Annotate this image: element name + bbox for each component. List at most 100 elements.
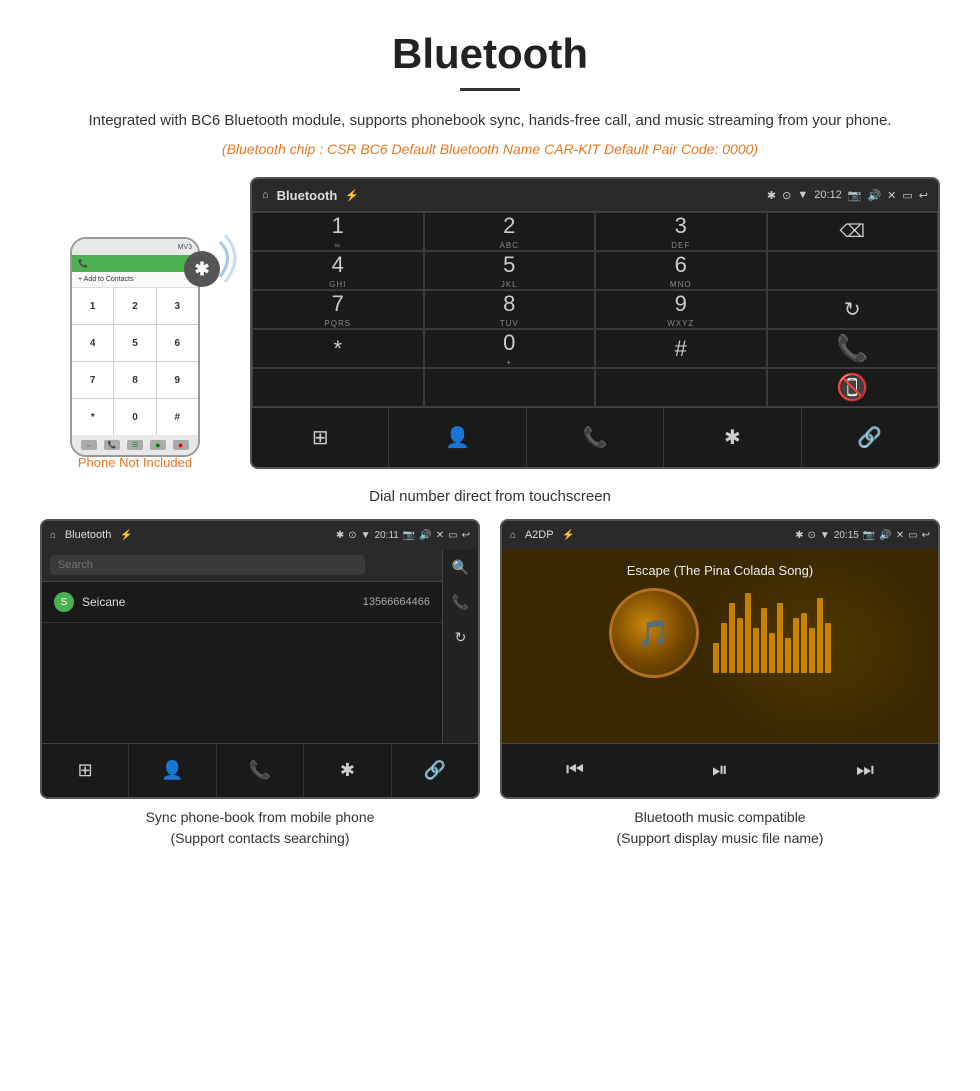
dial-key-9[interactable]: 9WXYZ [595,290,767,329]
bluetooth-signal-icon: ✱ [180,227,240,297]
pb-contact-row[interactable]: S Seicane 13566664466 [42,582,442,623]
phonebook-item: ⌂ Bluetooth ⚡ ✱ ⊙ ▼ 20:11 📷 🔊 ✕ ▭ ↩ [40,519,480,849]
dial-key-0[interactable]: 0+ [424,329,596,368]
dial-key-4[interactable]: 4GHI [252,251,424,290]
dial-bottom-contacts[interactable]: 👤 [389,408,526,467]
phone-bottom-bar: ← 📞 ☰ ● ● [72,435,198,455]
music-item: ⌂ A2DP ⚡ ✱ ⊙ ▼ 20:15 📷 🔊 ✕ ▭ ↩ [500,519,940,849]
music-vol-icon[interactable]: 🔊 [879,530,891,541]
eq-bar [785,638,791,673]
close-icon[interactable]: ✕ [887,189,896,202]
pb-side-refresh-icon[interactable]: ↻ [455,629,467,646]
pb-bottom-bt[interactable]: ✱ [304,744,391,797]
pb-title: Bluetooth [65,529,111,541]
pb-home-icon[interactable]: ⌂ [50,530,56,541]
pb-vol-icon[interactable]: 🔊 [419,530,431,541]
phone-back-btn[interactable]: ← [81,440,97,450]
phone-key-hash[interactable]: # [157,399,198,435]
phone-key-0[interactable]: 0 [114,399,155,435]
music-win-icon[interactable]: ▭ [908,530,917,541]
dial-key-2[interactable]: 2ABC [424,212,596,251]
phone-keypad: 1 2 3 4 5 6 7 8 9 * 0 # [72,288,198,435]
dial-bottom-grid[interactable]: ⊞ [252,408,389,467]
pb-bottom-link[interactable]: 🔗 [392,744,478,797]
status-left: ⌂ Bluetooth ⚡ [262,188,359,203]
dial-time: 20:12 [814,189,842,201]
pb-win-icon[interactable]: ▭ [448,530,457,541]
phone-key-2[interactable]: 2 [114,288,155,324]
eq-bar [817,598,823,673]
dial-grid: 1∞ 2ABC 3DEF ⌫ 4GHI 5JKL 6MNO [252,211,938,407]
dial-refresh[interactable]: ↻ [767,290,939,329]
music-cam-icon[interactable]: 📷 [863,530,875,541]
music-usb-icon: ⚡ [562,530,574,541]
status-right: ✱ ⊙ ▼ 20:12 📷 🔊 ✕ ▭ ↩ [767,189,928,202]
dial-key-hash[interactable]: # [595,329,767,368]
phone-key-8[interactable]: 8 [114,362,155,398]
pb-bottom-grid[interactable]: ⊞ [42,744,129,797]
pb-search-area [42,549,442,582]
phone-key-7[interactable]: 7 [72,362,113,398]
music-time: 20:15 [834,530,859,541]
home-icon[interactable]: ⌂ [262,189,269,201]
window-icon[interactable]: ▭ [902,189,912,202]
phone-menu-btn[interactable]: ☰ [127,440,143,450]
dial-key-6[interactable]: 6MNO [595,251,767,290]
eq-bar [793,618,799,673]
pb-side-search-icon[interactable]: 🔍 [452,559,469,576]
music-home-icon[interactable]: ⌂ [510,530,516,541]
pb-bt-icon: ✱ [336,530,344,541]
music-status-right: ✱ ⊙ ▼ 20:15 📷 🔊 ✕ ▭ ↩ [795,530,930,541]
dial-call-btn[interactable]: 📞 [767,329,939,368]
phone-key-1[interactable]: 1 [72,288,113,324]
pb-usb-icon: ⚡ [120,530,132,541]
dial-bottom-link[interactable]: 🔗 [802,408,938,467]
pb-bottom-phone[interactable]: 📞 [217,744,304,797]
music-back-icon[interactable]: ↩ [922,530,930,541]
music-equalizer [713,593,831,673]
dial-screen: ⌂ Bluetooth ⚡ ✱ ⊙ ▼ 20:12 📷 🔊 ✕ ▭ ↩ 1∞ [250,177,940,469]
phone-key-9[interactable]: 9 [157,362,198,398]
phone-key-4[interactable]: 4 [72,325,113,361]
phone-key-6[interactable]: 6 [157,325,198,361]
dial-key-1[interactable]: 1∞ [252,212,424,251]
phone-call-btn[interactable]: 📞 [104,440,120,450]
music-play-btn[interactable]: ⏯ [712,759,728,782]
dial-key-8[interactable]: 8TUV [424,290,596,329]
main-area: ✱ MV3 📞 + Add to Contacts 1 2 3 [0,167,980,480]
music-song-title: Escape (The Pina Colada Song) [627,563,813,578]
phone-key-star[interactable]: * [72,399,113,435]
volume-icon[interactable]: 🔊 [867,189,881,202]
phone-key-5[interactable]: 5 [114,325,155,361]
dial-key-star[interactable]: * [252,329,424,368]
phone-red-btn[interactable]: ● [173,440,189,450]
back-icon[interactable]: ↩ [919,189,928,202]
music-x-icon[interactable]: ✕ [896,530,904,541]
dial-bottom-bluetooth[interactable]: ✱ [664,408,801,467]
dial-backspace[interactable]: ⌫ [767,212,939,251]
page-header: Bluetooth Integrated with BC6 Bluetooth … [0,0,980,167]
usb-icon: ⚡ [345,189,359,202]
phonebook-caption: Sync phone-book from mobile phone(Suppor… [146,807,375,849]
pb-side-phone-icon[interactable]: 📞 [452,594,469,611]
music-next-btn[interactable]: ⏭ [856,759,874,782]
dial-key-7[interactable]: 7PQRS [252,290,424,329]
pb-cam-icon[interactable]: 📷 [403,530,415,541]
camera-icon[interactable]: 📷 [848,189,862,202]
pb-search-input[interactable] [50,555,365,575]
pb-contact-number: 13566664466 [363,596,430,608]
pb-bottom-user[interactable]: 👤 [129,744,216,797]
location-icon: ⊙ [782,189,791,202]
pb-time: 20:11 [375,530,399,541]
dial-key-3[interactable]: 3DEF [595,212,767,251]
music-prev-btn[interactable]: ⏮ [566,759,584,782]
eq-bar [825,623,831,673]
dial-end-btn[interactable]: 📵 [767,368,939,407]
pb-x-icon[interactable]: ✕ [436,530,444,541]
phone-green-btn[interactable]: ● [150,440,166,450]
pb-sig-icon: ▼ [361,530,371,541]
dial-key-5[interactable]: 5JKL [424,251,596,290]
dial-bottom-phone[interactable]: 📞 [527,408,664,467]
pb-back-icon[interactable]: ↩ [462,530,470,541]
eq-bar [777,603,783,673]
